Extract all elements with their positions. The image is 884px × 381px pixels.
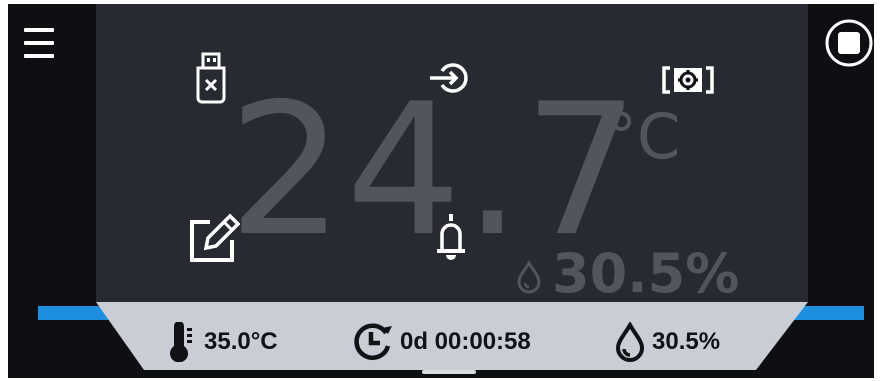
menu-icon <box>24 28 54 32</box>
menu-button[interactable] <box>22 26 56 64</box>
clock-icon <box>354 323 392 360</box>
usb-disconnected-icon[interactable] <box>194 52 228 106</box>
thermometer-icon <box>170 322 192 362</box>
login-icon[interactable] <box>428 62 476 94</box>
bell-icon[interactable] <box>434 212 468 260</box>
camera-settings-icon[interactable] <box>660 66 716 94</box>
drawer-handle[interactable] <box>422 370 476 374</box>
stop-button[interactable] <box>824 18 874 68</box>
elapsed-time[interactable]: 0d 00:00:58 <box>352 322 531 362</box>
humidity-icon <box>615 322 645 362</box>
stop-icon <box>838 32 860 54</box>
menu-icon <box>24 41 54 45</box>
elapsed-time-value: 0d 00:00:58 <box>400 328 531 355</box>
device-screen: 24.7 °C 30.5% 35.0°C 0d 00:00:58 30.5% <box>8 4 874 378</box>
setpoint-temperature-value: 35.0°C <box>204 328 278 355</box>
setpoint-humidity[interactable]: 30.5% <box>614 322 720 362</box>
menu-icon <box>24 54 54 58</box>
temperature-unit: °C <box>606 100 681 173</box>
setpoint-humidity-value: 30.5% <box>652 328 721 355</box>
humidity-drop-icon <box>517 260 541 294</box>
current-humidity: 30.5% <box>552 242 740 305</box>
edit-icon[interactable] <box>188 212 240 264</box>
setpoint-temperature[interactable]: 35.0°C <box>168 322 278 362</box>
